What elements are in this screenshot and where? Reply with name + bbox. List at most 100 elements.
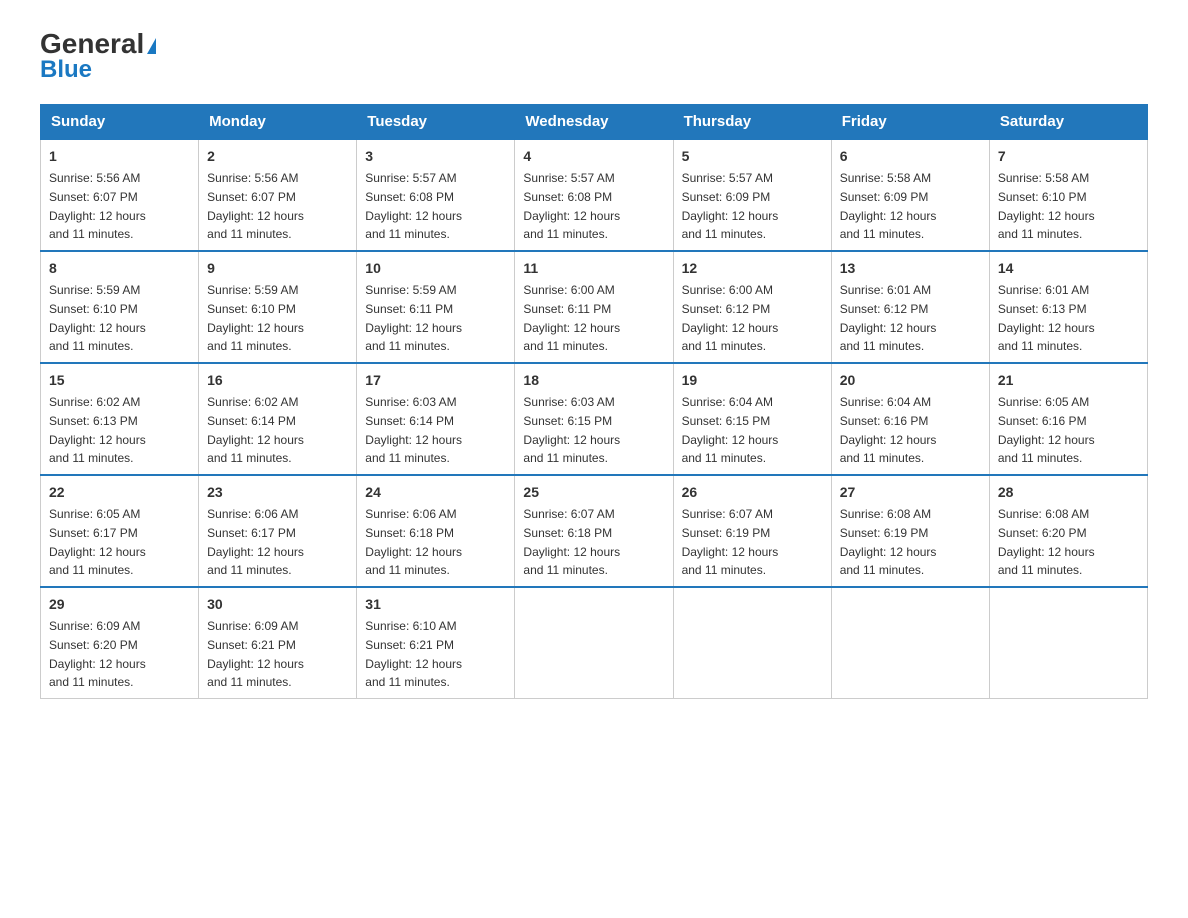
- weekday-header-thursday: Thursday: [673, 105, 831, 140]
- page-header: General Blue: [40, 30, 1148, 84]
- calendar-cell: 1 Sunrise: 5:56 AMSunset: 6:07 PMDayligh…: [41, 139, 199, 251]
- day-number: 6: [840, 146, 981, 167]
- day-number: 10: [365, 258, 506, 279]
- calendar-cell: 15 Sunrise: 6:02 AMSunset: 6:13 PMDaylig…: [41, 363, 199, 475]
- calendar-cell: 6 Sunrise: 5:58 AMSunset: 6:09 PMDayligh…: [831, 139, 989, 251]
- day-info: Sunrise: 6:03 AMSunset: 6:15 PMDaylight:…: [523, 395, 620, 465]
- day-number: 28: [998, 482, 1139, 503]
- calendar-cell: 21 Sunrise: 6:05 AMSunset: 6:16 PMDaylig…: [989, 363, 1147, 475]
- logo: General Blue: [40, 30, 156, 84]
- calendar-week-2: 8 Sunrise: 5:59 AMSunset: 6:10 PMDayligh…: [41, 251, 1148, 363]
- day-number: 18: [523, 370, 664, 391]
- day-info: Sunrise: 5:57 AMSunset: 6:08 PMDaylight:…: [365, 171, 462, 241]
- calendar-body: 1 Sunrise: 5:56 AMSunset: 6:07 PMDayligh…: [41, 139, 1148, 699]
- day-number: 26: [682, 482, 823, 503]
- day-info: Sunrise: 5:59 AMSunset: 6:11 PMDaylight:…: [365, 283, 462, 353]
- day-info: Sunrise: 6:07 AMSunset: 6:19 PMDaylight:…: [682, 507, 779, 577]
- weekday-header-wednesday: Wednesday: [515, 105, 673, 140]
- day-number: 21: [998, 370, 1139, 391]
- day-info: Sunrise: 6:04 AMSunset: 6:16 PMDaylight:…: [840, 395, 937, 465]
- calendar-cell: 26 Sunrise: 6:07 AMSunset: 6:19 PMDaylig…: [673, 475, 831, 587]
- calendar-cell: 12 Sunrise: 6:00 AMSunset: 6:12 PMDaylig…: [673, 251, 831, 363]
- day-info: Sunrise: 6:04 AMSunset: 6:15 PMDaylight:…: [682, 395, 779, 465]
- day-info: Sunrise: 5:56 AMSunset: 6:07 PMDaylight:…: [207, 171, 304, 241]
- day-number: 14: [998, 258, 1139, 279]
- calendar-cell: 28 Sunrise: 6:08 AMSunset: 6:20 PMDaylig…: [989, 475, 1147, 587]
- weekday-header-saturday: Saturday: [989, 105, 1147, 140]
- calendar-cell: 3 Sunrise: 5:57 AMSunset: 6:08 PMDayligh…: [357, 139, 515, 251]
- weekday-header-sunday: Sunday: [41, 105, 199, 140]
- day-number: 3: [365, 146, 506, 167]
- day-info: Sunrise: 5:56 AMSunset: 6:07 PMDaylight:…: [49, 171, 146, 241]
- day-info: Sunrise: 6:00 AMSunset: 6:12 PMDaylight:…: [682, 283, 779, 353]
- calendar-cell: [673, 587, 831, 699]
- calendar-cell: 4 Sunrise: 5:57 AMSunset: 6:08 PMDayligh…: [515, 139, 673, 251]
- calendar-week-3: 15 Sunrise: 6:02 AMSunset: 6:13 PMDaylig…: [41, 363, 1148, 475]
- day-info: Sunrise: 6:02 AMSunset: 6:13 PMDaylight:…: [49, 395, 146, 465]
- day-info: Sunrise: 5:58 AMSunset: 6:09 PMDaylight:…: [840, 171, 937, 241]
- calendar-cell: 14 Sunrise: 6:01 AMSunset: 6:13 PMDaylig…: [989, 251, 1147, 363]
- calendar-cell: 7 Sunrise: 5:58 AMSunset: 6:10 PMDayligh…: [989, 139, 1147, 251]
- calendar-cell: 19 Sunrise: 6:04 AMSunset: 6:15 PMDaylig…: [673, 363, 831, 475]
- calendar-cell: 10 Sunrise: 5:59 AMSunset: 6:11 PMDaylig…: [357, 251, 515, 363]
- calendar-cell: 2 Sunrise: 5:56 AMSunset: 6:07 PMDayligh…: [199, 139, 357, 251]
- calendar-week-1: 1 Sunrise: 5:56 AMSunset: 6:07 PMDayligh…: [41, 139, 1148, 251]
- day-number: 29: [49, 594, 190, 615]
- day-info: Sunrise: 6:09 AMSunset: 6:20 PMDaylight:…: [49, 619, 146, 689]
- weekday-header-tuesday: Tuesday: [357, 105, 515, 140]
- weekday-header-friday: Friday: [831, 105, 989, 140]
- calendar-cell: 31 Sunrise: 6:10 AMSunset: 6:21 PMDaylig…: [357, 587, 515, 699]
- calendar-cell: 20 Sunrise: 6:04 AMSunset: 6:16 PMDaylig…: [831, 363, 989, 475]
- day-info: Sunrise: 5:57 AMSunset: 6:08 PMDaylight:…: [523, 171, 620, 241]
- day-info: Sunrise: 6:10 AMSunset: 6:21 PMDaylight:…: [365, 619, 462, 689]
- day-number: 13: [840, 258, 981, 279]
- weekday-header-monday: Monday: [199, 105, 357, 140]
- day-number: 9: [207, 258, 348, 279]
- day-info: Sunrise: 5:58 AMSunset: 6:10 PMDaylight:…: [998, 171, 1095, 241]
- day-info: Sunrise: 6:06 AMSunset: 6:17 PMDaylight:…: [207, 507, 304, 577]
- calendar-cell: [515, 587, 673, 699]
- day-info: Sunrise: 6:01 AMSunset: 6:12 PMDaylight:…: [840, 283, 937, 353]
- day-number: 16: [207, 370, 348, 391]
- calendar-cell: 13 Sunrise: 6:01 AMSunset: 6:12 PMDaylig…: [831, 251, 989, 363]
- day-number: 17: [365, 370, 506, 391]
- day-number: 8: [49, 258, 190, 279]
- day-info: Sunrise: 6:07 AMSunset: 6:18 PMDaylight:…: [523, 507, 620, 577]
- day-number: 22: [49, 482, 190, 503]
- calendar-cell: 17 Sunrise: 6:03 AMSunset: 6:14 PMDaylig…: [357, 363, 515, 475]
- calendar-cell: 25 Sunrise: 6:07 AMSunset: 6:18 PMDaylig…: [515, 475, 673, 587]
- day-info: Sunrise: 6:00 AMSunset: 6:11 PMDaylight:…: [523, 283, 620, 353]
- day-number: 12: [682, 258, 823, 279]
- day-info: Sunrise: 6:09 AMSunset: 6:21 PMDaylight:…: [207, 619, 304, 689]
- day-number: 5: [682, 146, 823, 167]
- calendar-cell: [831, 587, 989, 699]
- day-info: Sunrise: 5:59 AMSunset: 6:10 PMDaylight:…: [49, 283, 146, 353]
- calendar-cell: 8 Sunrise: 5:59 AMSunset: 6:10 PMDayligh…: [41, 251, 199, 363]
- day-info: Sunrise: 6:08 AMSunset: 6:20 PMDaylight:…: [998, 507, 1095, 577]
- day-number: 2: [207, 146, 348, 167]
- day-number: 7: [998, 146, 1139, 167]
- logo-blue: Blue: [40, 56, 92, 84]
- day-info: Sunrise: 6:01 AMSunset: 6:13 PMDaylight:…: [998, 283, 1095, 353]
- weekday-header-row: SundayMondayTuesdayWednesdayThursdayFrid…: [41, 105, 1148, 140]
- calendar-cell: 22 Sunrise: 6:05 AMSunset: 6:17 PMDaylig…: [41, 475, 199, 587]
- calendar-week-4: 22 Sunrise: 6:05 AMSunset: 6:17 PMDaylig…: [41, 475, 1148, 587]
- calendar-cell: 16 Sunrise: 6:02 AMSunset: 6:14 PMDaylig…: [199, 363, 357, 475]
- logo-text: General: [40, 30, 156, 58]
- day-number: 4: [523, 146, 664, 167]
- day-number: 30: [207, 594, 348, 615]
- day-info: Sunrise: 6:03 AMSunset: 6:14 PMDaylight:…: [365, 395, 462, 465]
- calendar-cell: 27 Sunrise: 6:08 AMSunset: 6:19 PMDaylig…: [831, 475, 989, 587]
- calendar-cell: 5 Sunrise: 5:57 AMSunset: 6:09 PMDayligh…: [673, 139, 831, 251]
- day-number: 23: [207, 482, 348, 503]
- calendar-cell: 9 Sunrise: 5:59 AMSunset: 6:10 PMDayligh…: [199, 251, 357, 363]
- calendar-cell: 11 Sunrise: 6:00 AMSunset: 6:11 PMDaylig…: [515, 251, 673, 363]
- day-info: Sunrise: 6:02 AMSunset: 6:14 PMDaylight:…: [207, 395, 304, 465]
- day-number: 19: [682, 370, 823, 391]
- calendar-table: SundayMondayTuesdayWednesdayThursdayFrid…: [40, 104, 1148, 699]
- day-number: 15: [49, 370, 190, 391]
- day-number: 24: [365, 482, 506, 503]
- calendar-cell: 30 Sunrise: 6:09 AMSunset: 6:21 PMDaylig…: [199, 587, 357, 699]
- day-info: Sunrise: 5:59 AMSunset: 6:10 PMDaylight:…: [207, 283, 304, 353]
- day-info: Sunrise: 5:57 AMSunset: 6:09 PMDaylight:…: [682, 171, 779, 241]
